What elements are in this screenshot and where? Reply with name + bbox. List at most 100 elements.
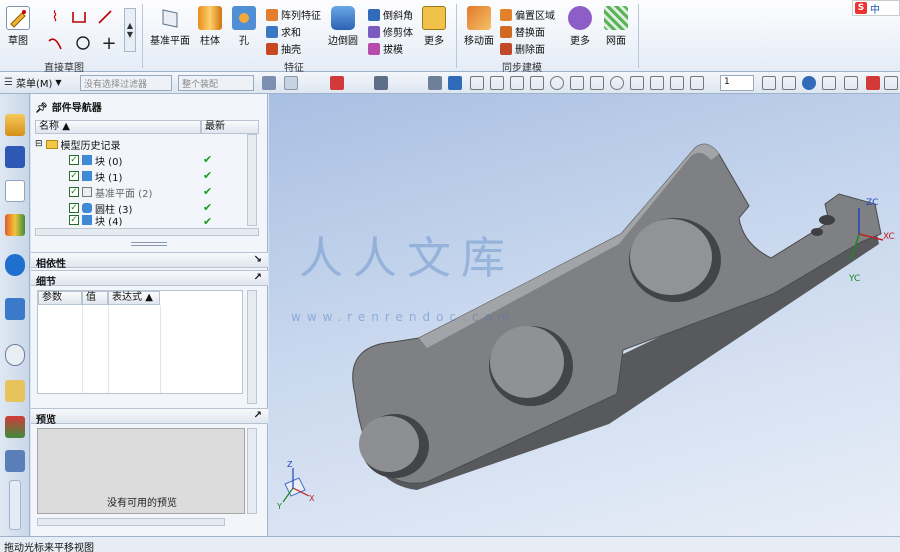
edge-blend-button[interactable]: 边倒圆 [328, 6, 358, 47]
arc-icon[interactable] [46, 34, 64, 52]
collapse-up-icon[interactable]: ↗ [254, 272, 262, 283]
wcs-icon[interactable] [782, 76, 796, 90]
point-icon[interactable]: + [100, 33, 118, 54]
web-browser-icon[interactable] [5, 254, 25, 276]
detail-col-value[interactable]: 值 [82, 291, 108, 305]
hole-button[interactable]: 孔 [232, 6, 256, 47]
rotate-icon[interactable] [802, 76, 816, 90]
column-latest[interactable]: 最新 [201, 120, 259, 134]
snap-on-face-icon[interactable] [630, 76, 644, 90]
snap-quadrant-icon[interactable] [570, 76, 584, 90]
curve-rule-icon[interactable] [374, 76, 388, 90]
shaded-icon[interactable] [448, 76, 462, 90]
pattern-feature-button[interactable]: 阵列特征 [266, 7, 321, 22]
collapse-up-icon[interactable]: ↗ [254, 410, 262, 421]
preview-scrollbar[interactable] [247, 428, 257, 514]
clock-icon[interactable] [5, 344, 25, 366]
cylinder-button[interactable]: 柱体 [198, 6, 222, 47]
visibility-checkbox[interactable]: ✓ [69, 203, 79, 213]
snap-icon[interactable] [284, 76, 298, 90]
pin-icon[interactable]: 📌︎ [35, 103, 48, 114]
detail-scrollbar[interactable] [247, 290, 257, 404]
axis-z-label: Z [287, 460, 293, 469]
dependency-section[interactable]: 相依性 ↘ [31, 252, 268, 270]
selection-icon[interactable] [262, 76, 276, 90]
graphics-viewport[interactable]: 人人文库 www.renrendoc.com ZC XC YC Z X Y [269, 94, 900, 536]
system-materials-icon[interactable] [5, 380, 25, 402]
splitter-handle[interactable] [131, 242, 167, 246]
hole-icon [232, 6, 256, 30]
analysis-icon[interactable] [866, 76, 880, 90]
visibility-checkbox[interactable]: ✓ [69, 155, 79, 165]
snap-center-icon[interactable] [550, 76, 564, 90]
trim-body-button[interactable]: 修剪体 [368, 24, 413, 39]
unite-button[interactable]: 求和 [266, 24, 301, 39]
preview-hscrollbar[interactable] [37, 518, 225, 526]
snap-mid-icon[interactable] [490, 76, 504, 90]
constraint-navigator-icon[interactable] [5, 146, 25, 168]
column-name[interactable]: 名称 ▲ [35, 120, 201, 134]
reuse-library-icon[interactable] [5, 214, 25, 236]
roles-icon[interactable] [5, 450, 25, 472]
offset-region-button[interactable]: 偏置区域 [500, 7, 555, 22]
snap-bounded-icon[interactable] [650, 76, 664, 90]
tree-hscrollbar[interactable] [35, 228, 259, 236]
draft-icon [368, 42, 380, 55]
draft-button[interactable]: 拔模 [368, 41, 403, 56]
datum-plane-icon [158, 6, 182, 30]
move-face-button[interactable]: 移动面 [464, 6, 494, 47]
point-snap-icon[interactable] [330, 76, 344, 90]
resource-bar-scroll[interactable] [9, 480, 21, 530]
sketch-button[interactable]: 草图 [6, 6, 30, 47]
profile-icon[interactable]: ⌇ [46, 8, 64, 26]
snap-intersect-icon[interactable] [530, 76, 544, 90]
visibility-checkbox[interactable]: ✓ [69, 187, 79, 197]
selection-scope-select[interactable]: 整个装配 [178, 75, 254, 91]
ime-indicator[interactable]: S 中 [852, 0, 900, 16]
detail-col-expression[interactable]: 表达式 ▲ [108, 291, 160, 305]
snap-control-icon[interactable] [510, 76, 524, 90]
block-icon [82, 155, 92, 165]
mesh-surface-button[interactable]: 网面 [604, 6, 628, 47]
snap-on-curve-icon[interactable] [610, 76, 624, 90]
assembly-navigator-icon[interactable] [5, 114, 25, 136]
shell-button[interactable]: 抽壳 [266, 41, 301, 56]
render-style-icon[interactable] [844, 76, 858, 90]
snap-tangent-icon[interactable] [670, 76, 684, 90]
measure-icon[interactable] [822, 76, 836, 90]
detail-col-param[interactable]: 参数 [38, 291, 82, 305]
snap-existing-icon[interactable] [690, 76, 704, 90]
work-layer-select[interactable]: 1 [720, 75, 754, 91]
view-icon[interactable] [428, 76, 442, 90]
cylinder-icon [198, 6, 222, 30]
datum-plane-button[interactable]: 基准平面 [150, 6, 190, 47]
delete-face-button[interactable]: 删除面 [500, 41, 545, 56]
visibility-checkbox[interactable]: ✓ [69, 215, 79, 225]
history-node[interactable]: ⊟ 模型历史记录 [35, 136, 245, 152]
axis-x-label: X [309, 494, 315, 503]
menu-button[interactable]: ☰ 菜单(M) ▼ [4, 75, 62, 90]
process-studio-icon[interactable] [5, 416, 25, 438]
line-icon[interactable] [96, 8, 114, 26]
type-filter-select[interactable]: 没有选择过滤器 [80, 75, 172, 91]
part-navigator-icon[interactable] [5, 180, 25, 202]
circle-icon[interactable] [74, 34, 92, 52]
preview-section[interactable]: 预览 ↗ [31, 408, 268, 426]
expand-icon[interactable]: ↘ [254, 254, 262, 265]
sketch-gallery-scroll[interactable]: ▲ ▼ [124, 8, 136, 52]
visibility-checkbox[interactable]: ✓ [69, 171, 79, 181]
overflow-icon[interactable] [884, 76, 898, 90]
history-icon[interactable] [5, 298, 25, 320]
chamfer-button[interactable]: 倒斜角 [368, 7, 413, 22]
more-feature-button[interactable]: 更多 [422, 6, 446, 47]
more-sync-button[interactable]: 更多 [568, 6, 592, 47]
layer-settings-icon[interactable] [762, 76, 776, 90]
snap-point-icon[interactable] [590, 76, 604, 90]
snap-end-icon[interactable] [470, 76, 484, 90]
selection-toolbar: ☰ 菜单(M) ▼ 没有选择过滤器 整个装配 1 [0, 72, 900, 94]
detail-section[interactable]: 细节 ↗ [31, 270, 268, 288]
collapse-icon[interactable]: ⊟ [35, 139, 43, 149]
tree-scrollbar[interactable] [247, 134, 257, 226]
rectangle-icon[interactable] [70, 8, 88, 26]
replace-face-button[interactable]: 替换面 [500, 24, 545, 39]
